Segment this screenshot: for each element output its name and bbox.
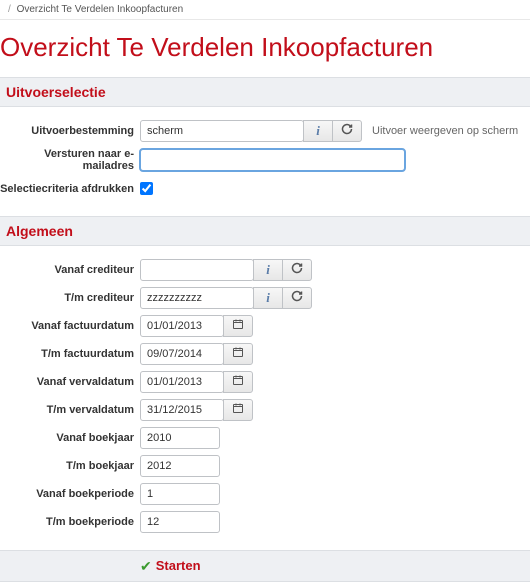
- to-due-date-picker-button[interactable]: [223, 399, 253, 421]
- from-invoice-date-input[interactable]: [140, 315, 224, 337]
- refresh-icon: [291, 290, 303, 306]
- output-destination-input[interactable]: [140, 120, 304, 142]
- calendar-icon: [232, 402, 244, 418]
- refresh-icon: [341, 123, 353, 139]
- refresh-icon: [291, 262, 303, 278]
- label-from-creditor: Vanaf crediteur: [0, 264, 140, 276]
- from-creditor-input[interactable]: [140, 259, 254, 281]
- label-print-criteria: Selectiecriteria afdrukken: [0, 183, 140, 195]
- section-general-title: Algemeen: [6, 223, 524, 239]
- from-period-input[interactable]: [140, 483, 220, 505]
- output-destination-hint: Uitvoer weergeven op scherm: [372, 125, 518, 137]
- from-due-date-picker-button[interactable]: [223, 371, 253, 393]
- label-from-period: Vanaf boekperiode: [0, 488, 140, 500]
- label-from-year: Vanaf boekjaar: [0, 432, 140, 444]
- info-icon: i: [266, 262, 270, 278]
- label-to-due-date: T/m vervaldatum: [0, 404, 140, 416]
- from-invoice-date-picker-button[interactable]: [223, 315, 253, 337]
- label-to-year: T/m boekjaar: [0, 460, 140, 472]
- calendar-icon: [232, 318, 244, 334]
- to-year-input[interactable]: [140, 455, 220, 477]
- info-icon: i: [266, 290, 270, 306]
- calendar-icon: [232, 346, 244, 362]
- breadcrumb-item[interactable]: Overzicht Te Verdelen Inkoopfacturen: [17, 4, 184, 15]
- start-button-label: Starten: [156, 558, 201, 573]
- section-output: Uitvoerselectie: [0, 77, 530, 107]
- email-input[interactable]: [140, 149, 405, 171]
- to-creditor-info-button[interactable]: i: [253, 287, 283, 309]
- section-general: Algemeen: [0, 216, 530, 246]
- label-email: Versturen naar e-mailadres: [0, 148, 140, 172]
- label-from-due-date: Vanaf vervaldatum: [0, 376, 140, 388]
- output-destination-info-button[interactable]: i: [303, 120, 333, 142]
- output-destination-refresh-button[interactable]: [332, 120, 362, 142]
- to-period-input[interactable]: [140, 511, 220, 533]
- page-title: Overzicht Te Verdelen Inkoopfacturen: [0, 32, 530, 63]
- breadcrumb-separator: /: [8, 4, 11, 15]
- footer-bar: ✔ Starten: [0, 550, 530, 582]
- breadcrumb: / Overzicht Te Verdelen Inkoopfacturen: [0, 0, 530, 20]
- label-to-creditor: T/m crediteur: [0, 292, 140, 304]
- calendar-icon: [232, 374, 244, 390]
- to-invoice-date-picker-button[interactable]: [223, 343, 253, 365]
- to-due-date-input[interactable]: [140, 399, 224, 421]
- from-creditor-refresh-button[interactable]: [282, 259, 312, 281]
- to-creditor-refresh-button[interactable]: [282, 287, 312, 309]
- to-invoice-date-input[interactable]: [140, 343, 224, 365]
- section-output-title: Uitvoerselectie: [6, 84, 524, 100]
- label-to-invoice-date: T/m factuurdatum: [0, 348, 140, 360]
- label-output-destination: Uitvoerbestemming: [0, 125, 140, 137]
- print-criteria-checkbox[interactable]: [140, 182, 153, 195]
- from-due-date-input[interactable]: [140, 371, 224, 393]
- from-creditor-info-button[interactable]: i: [253, 259, 283, 281]
- from-year-input[interactable]: [140, 427, 220, 449]
- label-from-invoice-date: Vanaf factuurdatum: [0, 320, 140, 332]
- label-to-period: T/m boekperiode: [0, 516, 140, 528]
- info-icon: i: [316, 123, 320, 139]
- check-icon: ✔: [140, 559, 152, 573]
- to-creditor-input[interactable]: [140, 287, 254, 309]
- start-button[interactable]: ✔ Starten: [140, 558, 201, 573]
